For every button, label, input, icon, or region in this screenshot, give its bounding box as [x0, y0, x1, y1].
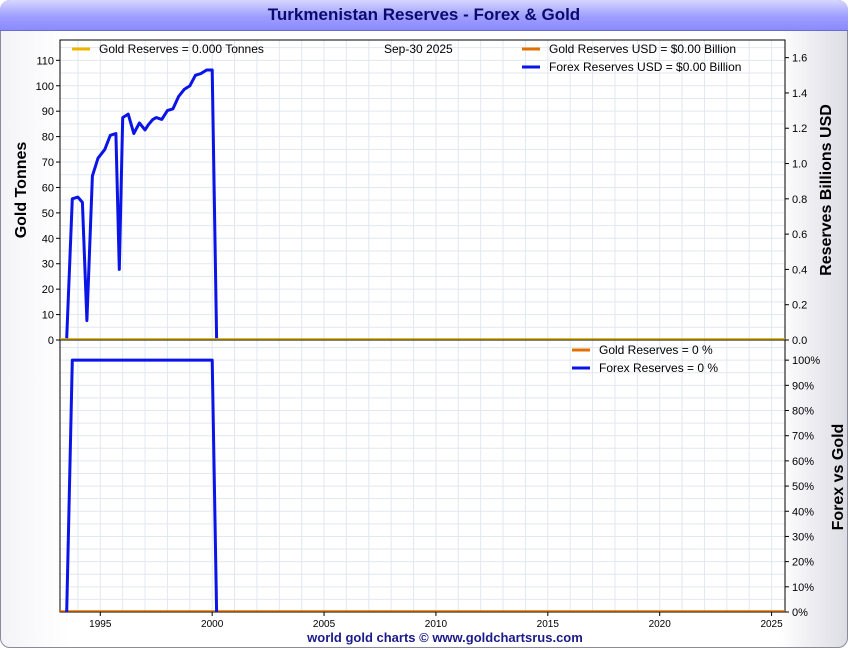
y-tick-label-left: 20 [42, 284, 54, 296]
y-tick-label-left: 70 [42, 157, 54, 169]
legend-gold-usd-label: Gold Reserves USD = $0.00 Billion [549, 42, 736, 56]
chart-svg: 0 10 20 30 40 50 60 70 80 90 100 110 0.0 0.2 0.4 0.6 0.8… [13, 39, 847, 630]
bottom-plot-area [60, 340, 785, 612]
date-label: Sep-30 2025 [384, 42, 453, 56]
y-tick-label-right: 1.4 [792, 88, 807, 100]
y-tick-label-right: 0.2 [792, 300, 807, 312]
y-tick-label-left: 0 [48, 335, 54, 347]
y-tick-label-percent: 90% [792, 380, 814, 392]
y-axis-title-bottom-right: Forex vs Gold [830, 424, 847, 531]
x-tick-label: 2010 [425, 619, 448, 630]
legend-gold-percent-label: Gold Reserves = 0 % [599, 343, 713, 357]
x-tick-label: 2025 [760, 619, 783, 630]
y-tick-label-left: 110 [36, 55, 54, 67]
y-tick-label-percent: 80% [792, 406, 814, 418]
legend-gold-tonnes-label: Gold Reserves = 0.000 Tonnes [99, 42, 264, 56]
x-tick-label: 2000 [201, 619, 224, 630]
y-tick-label-right: 0.0 [792, 335, 807, 347]
x-tick-label: 2020 [649, 619, 672, 630]
y-tick-label-percent: 30% [792, 531, 814, 543]
y-tick-label-right: 1.2 [792, 123, 807, 135]
y-tick-label-left: 30 [42, 259, 54, 271]
y-tick-label-percent: 20% [792, 557, 814, 569]
legend-forex-percent-label: Forex Reserves = 0 % [599, 361, 718, 375]
y-tick-label-right: 0.4 [792, 264, 807, 276]
y-tick-label-right: 1.0 [792, 159, 807, 171]
y-tick-label-left: 50 [42, 208, 54, 220]
x-tick-label: 2015 [537, 619, 560, 630]
y-tick-label-left: 90 [42, 106, 54, 118]
y-axis-title-left: Gold Tonnes [13, 142, 30, 239]
top-plot-area [60, 40, 785, 340]
y-axis-title-right: Reserves Billions USD [818, 104, 835, 276]
y-tick-label-left: 80 [42, 132, 54, 144]
x-tick-label: 2005 [313, 619, 336, 630]
y-tick-label-right: 0.8 [792, 194, 807, 206]
x-tick-label: 1995 [89, 619, 112, 630]
y-tick-label-percent: 50% [792, 481, 814, 493]
legend-forex-usd-label: Forex Reserves USD = $0.00 Billion [549, 60, 741, 74]
y-tick-label-percent: 0% [792, 607, 808, 619]
y-tick-label-percent: 70% [792, 431, 814, 443]
footer-credit: world gold charts © www.goldchartsrus.co… [307, 630, 583, 645]
y-tick-label-percent: 40% [792, 506, 814, 518]
y-tick-label-left: 40 [42, 233, 54, 245]
y-tick-label-percent: 60% [792, 456, 814, 468]
y-tick-label-left: 10 [42, 310, 54, 322]
y-tick-label-percent: 10% [792, 582, 814, 594]
y-tick-label-left: 100 [36, 81, 54, 93]
y-tick-label-right: 1.6 [792, 53, 807, 65]
y-tick-label-percent: 100% [792, 355, 820, 367]
y-tick-label-left: 60 [42, 182, 54, 194]
y-tick-label-right: 0.6 [792, 229, 807, 241]
